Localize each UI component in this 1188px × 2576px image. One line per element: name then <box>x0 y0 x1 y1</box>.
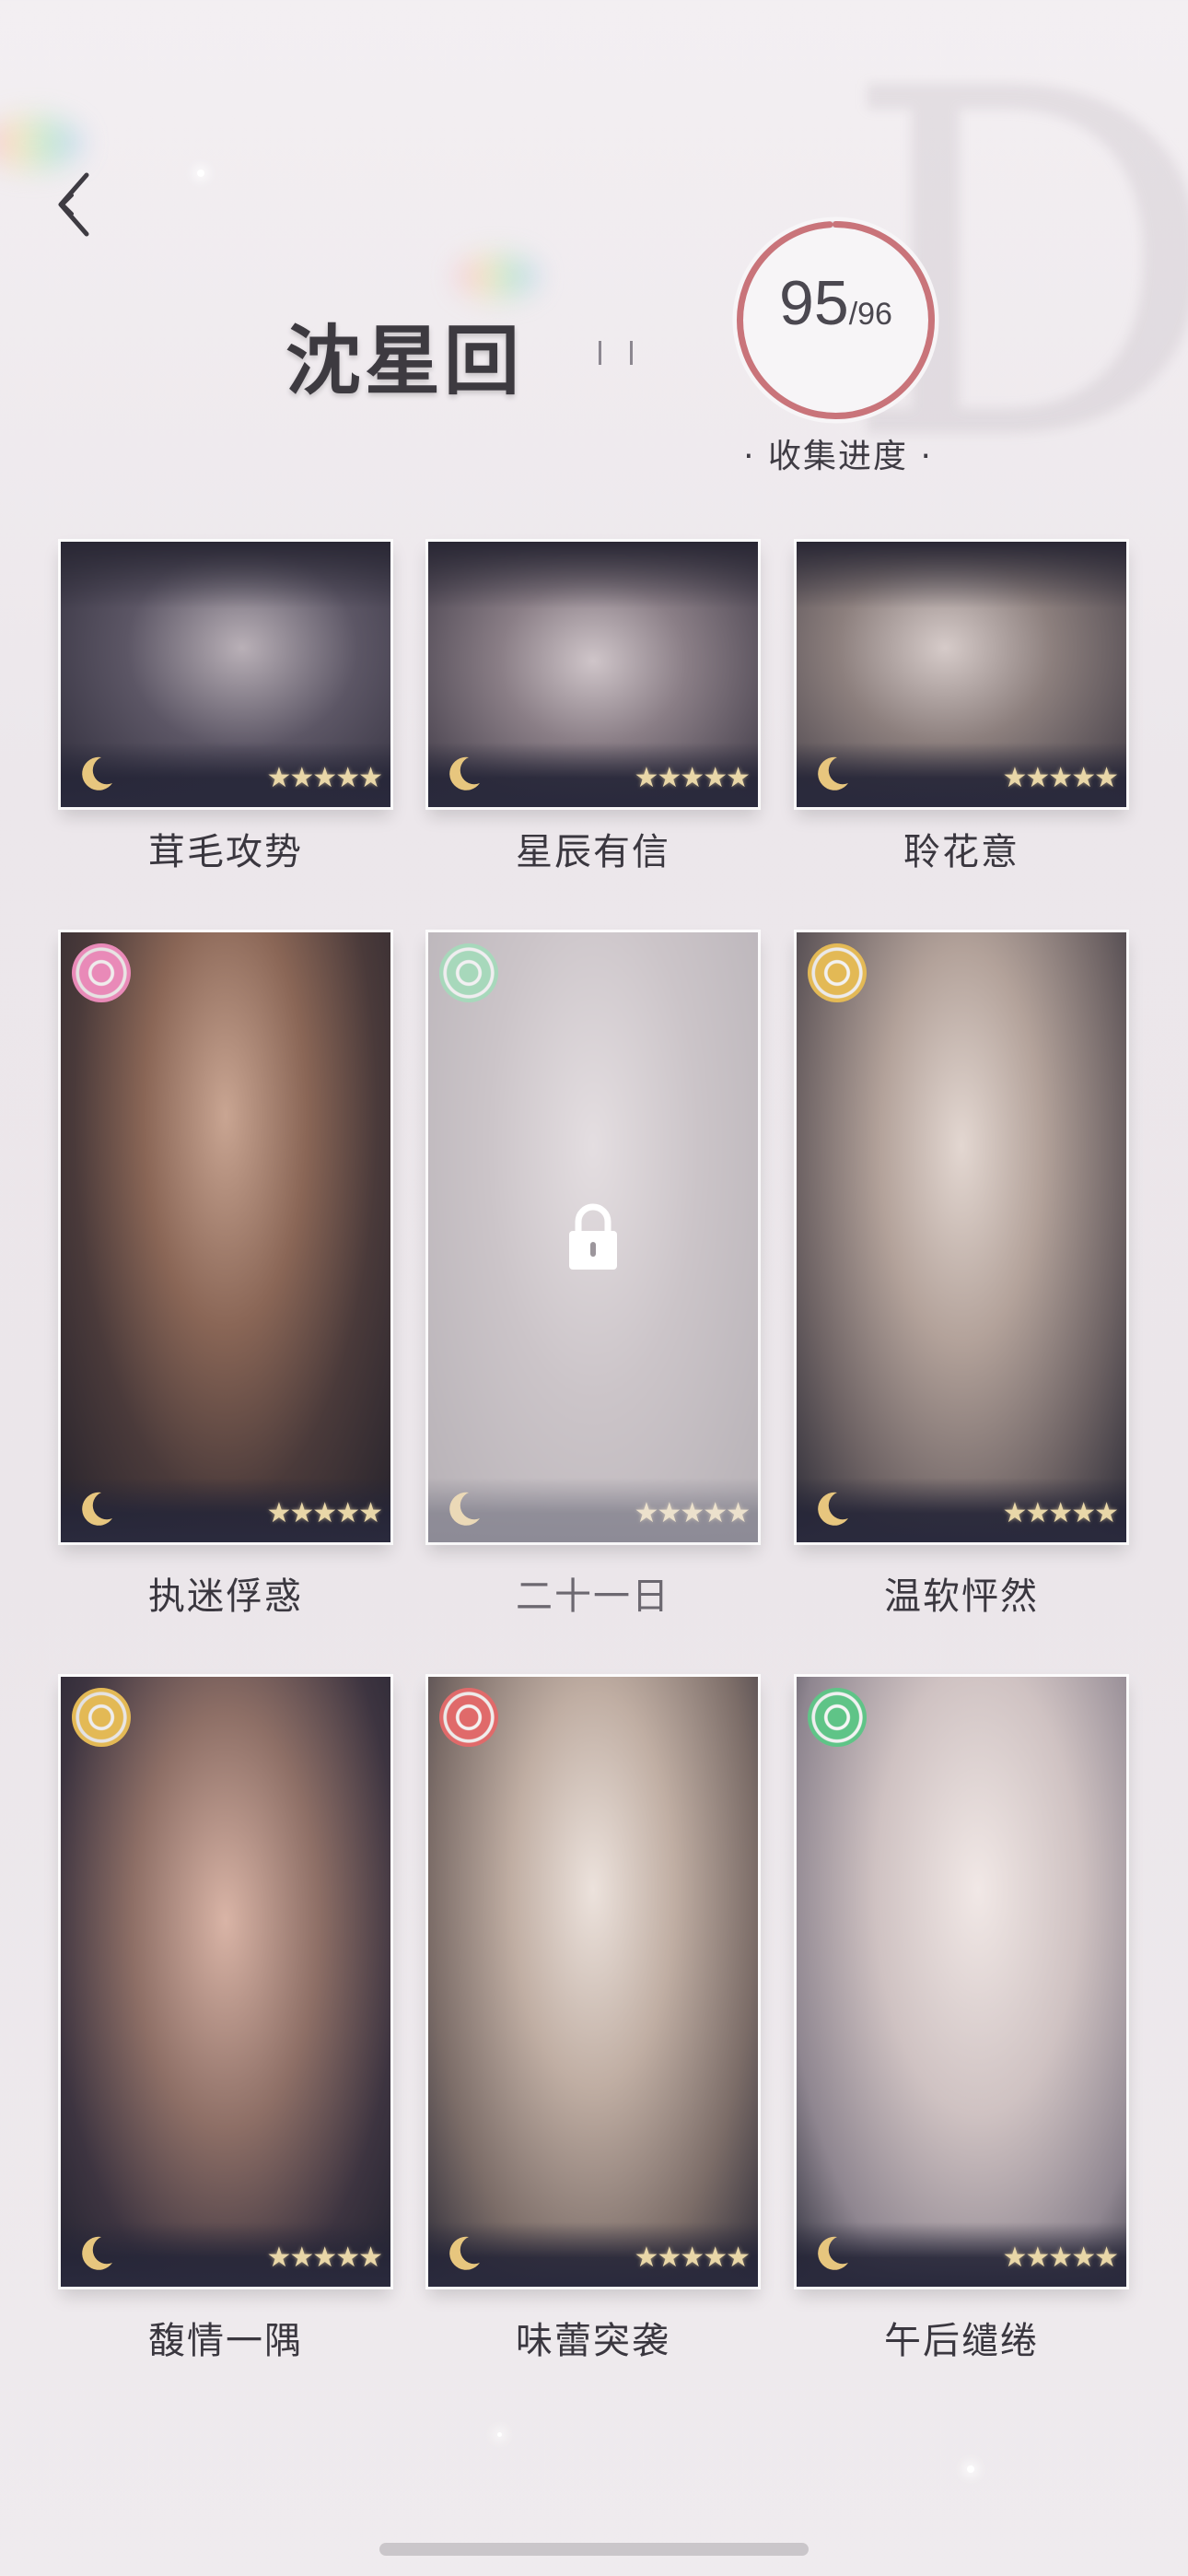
rarity-stars: ★★★★★ <box>266 1497 383 1529</box>
progress-total: /96 <box>848 297 892 332</box>
home-indicator[interactable] <box>379 2543 809 2556</box>
attribute-badge-icon <box>72 943 131 1002</box>
card-title[interactable]: 执迷俘惑 <box>61 1566 390 1620</box>
memory-card[interactable]: ★★★★★ <box>797 542 1126 807</box>
memory-card[interactable]: ★★★★★ <box>61 1677 390 2287</box>
character-name: 沈星回 <box>285 317 524 405</box>
rarity-stars: ★★★★★ <box>1002 762 1119 794</box>
rarity-stars: ★★★★★ <box>1002 2242 1119 2274</box>
memory-card[interactable]: ★★★★★ <box>61 932 390 1542</box>
card-title[interactable]: 茸毛攻势 <box>61 822 390 875</box>
collection-progress-ring: 95/96 <box>728 212 944 428</box>
memory-card[interactable]: ★★★★★ <box>428 1677 758 2287</box>
back-chevron-icon <box>58 172 89 237</box>
crescent-moon-icon <box>441 752 485 796</box>
attribute-badge-icon <box>808 943 867 1002</box>
light-flare <box>456 253 539 299</box>
rarity-stars: ★★★★★ <box>266 2242 383 2274</box>
card-title[interactable]: 味蕾突袭 <box>428 2311 758 2364</box>
back-button[interactable] <box>41 164 105 247</box>
sparkle <box>967 2465 974 2473</box>
card-title[interactable]: 馥情一隅 <box>61 2311 390 2364</box>
light-flare <box>0 115 83 170</box>
attribute-badge-icon <box>808 1688 867 1747</box>
rarity-stars: ★★★★★ <box>634 2242 751 2274</box>
rarity-stars: ★★★★★ <box>266 762 383 794</box>
memory-card[interactable]: ★★★★★ <box>797 932 1126 1542</box>
memory-card[interactable]: ★★★★★ <box>428 932 758 1542</box>
crescent-moon-icon <box>809 2231 854 2276</box>
sparkle <box>197 170 204 177</box>
sparkle <box>497 2432 502 2437</box>
card-title[interactable]: 二十一日 <box>428 1566 758 1620</box>
crescent-moon-icon <box>74 1487 118 1531</box>
card-title[interactable]: 星辰有信 <box>428 822 758 875</box>
attribute-badge-icon <box>439 1688 498 1747</box>
memory-card[interactable]: ★★★★★ <box>797 1677 1126 2287</box>
card-artwork <box>61 1677 390 2287</box>
card-artwork <box>797 1677 1126 2287</box>
attribute-badge-icon <box>72 1688 131 1747</box>
crescent-moon-icon <box>809 752 854 796</box>
name-divider-marks <box>597 341 637 369</box>
card-artwork <box>797 932 1126 1542</box>
crescent-moon-icon <box>809 1487 854 1531</box>
crescent-moon-icon <box>74 2231 118 2276</box>
progress-label: · 收集进度 · <box>743 438 933 475</box>
card-artwork <box>61 932 390 1542</box>
card-artwork <box>428 1677 758 2287</box>
memory-card[interactable]: ★★★★★ <box>428 542 758 807</box>
memory-card[interactable]: ★★★★★ <box>61 542 390 807</box>
card-title[interactable]: 午后缱绻 <box>797 2311 1126 2364</box>
crescent-moon-icon <box>74 752 118 796</box>
progress-collected: 95 <box>779 268 849 338</box>
rarity-stars: ★★★★★ <box>1002 1497 1119 1529</box>
card-title[interactable]: 聆花意 <box>797 822 1126 875</box>
rarity-stars: ★★★★★ <box>634 762 751 794</box>
card-title[interactable]: 温软怦然 <box>797 1566 1126 1620</box>
progress-count: 95/96 <box>728 267 944 339</box>
padlock-icon <box>565 1201 621 1271</box>
crescent-moon-icon <box>441 2231 485 2276</box>
